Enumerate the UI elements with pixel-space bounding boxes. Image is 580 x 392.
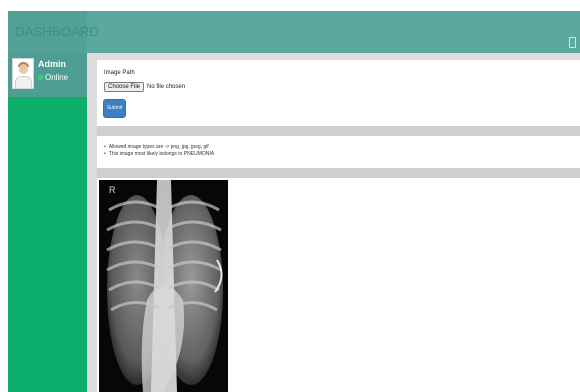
info-item-prediction: This image most likely belongs to PNEUMO… xyxy=(104,151,214,158)
user-panel: Admin Online xyxy=(8,53,87,97)
sidebar xyxy=(8,53,87,392)
avatar xyxy=(12,58,34,89)
info-list: Allowed image types are -> png, jpg, jpe… xyxy=(104,144,214,158)
online-status-icon xyxy=(38,75,43,81)
info-item-allowed-types: Allowed image types are -> png, jpg, jpe… xyxy=(104,144,214,151)
submit-button[interactable]: Submit xyxy=(103,99,126,118)
content-gutter xyxy=(87,53,97,392)
avatar-head xyxy=(19,64,28,74)
file-status-text: No file chosen xyxy=(147,84,186,90)
chest-xray-drawing xyxy=(99,180,228,392)
section-divider-middle xyxy=(97,126,580,136)
upload-form xyxy=(99,60,580,126)
choose-file-button[interactable]: Choose File xyxy=(104,82,145,92)
user-status-text: Online xyxy=(45,73,69,82)
xray-side-marker: R xyxy=(109,185,116,195)
avatar-coat xyxy=(15,76,32,88)
image-path-label: Image Path xyxy=(104,70,135,76)
user-status: Online xyxy=(38,73,68,82)
section-divider-top xyxy=(97,53,580,60)
left-margin xyxy=(0,0,8,392)
xray-image: R xyxy=(99,180,228,392)
section-divider-bottom xyxy=(97,168,580,178)
file-input[interactable]: Choose File No file chosen xyxy=(104,82,185,92)
window-icon[interactable] xyxy=(569,37,576,48)
user-name: Admin xyxy=(38,59,66,69)
brand-title[interactable]: DASHBOARD xyxy=(8,11,99,53)
